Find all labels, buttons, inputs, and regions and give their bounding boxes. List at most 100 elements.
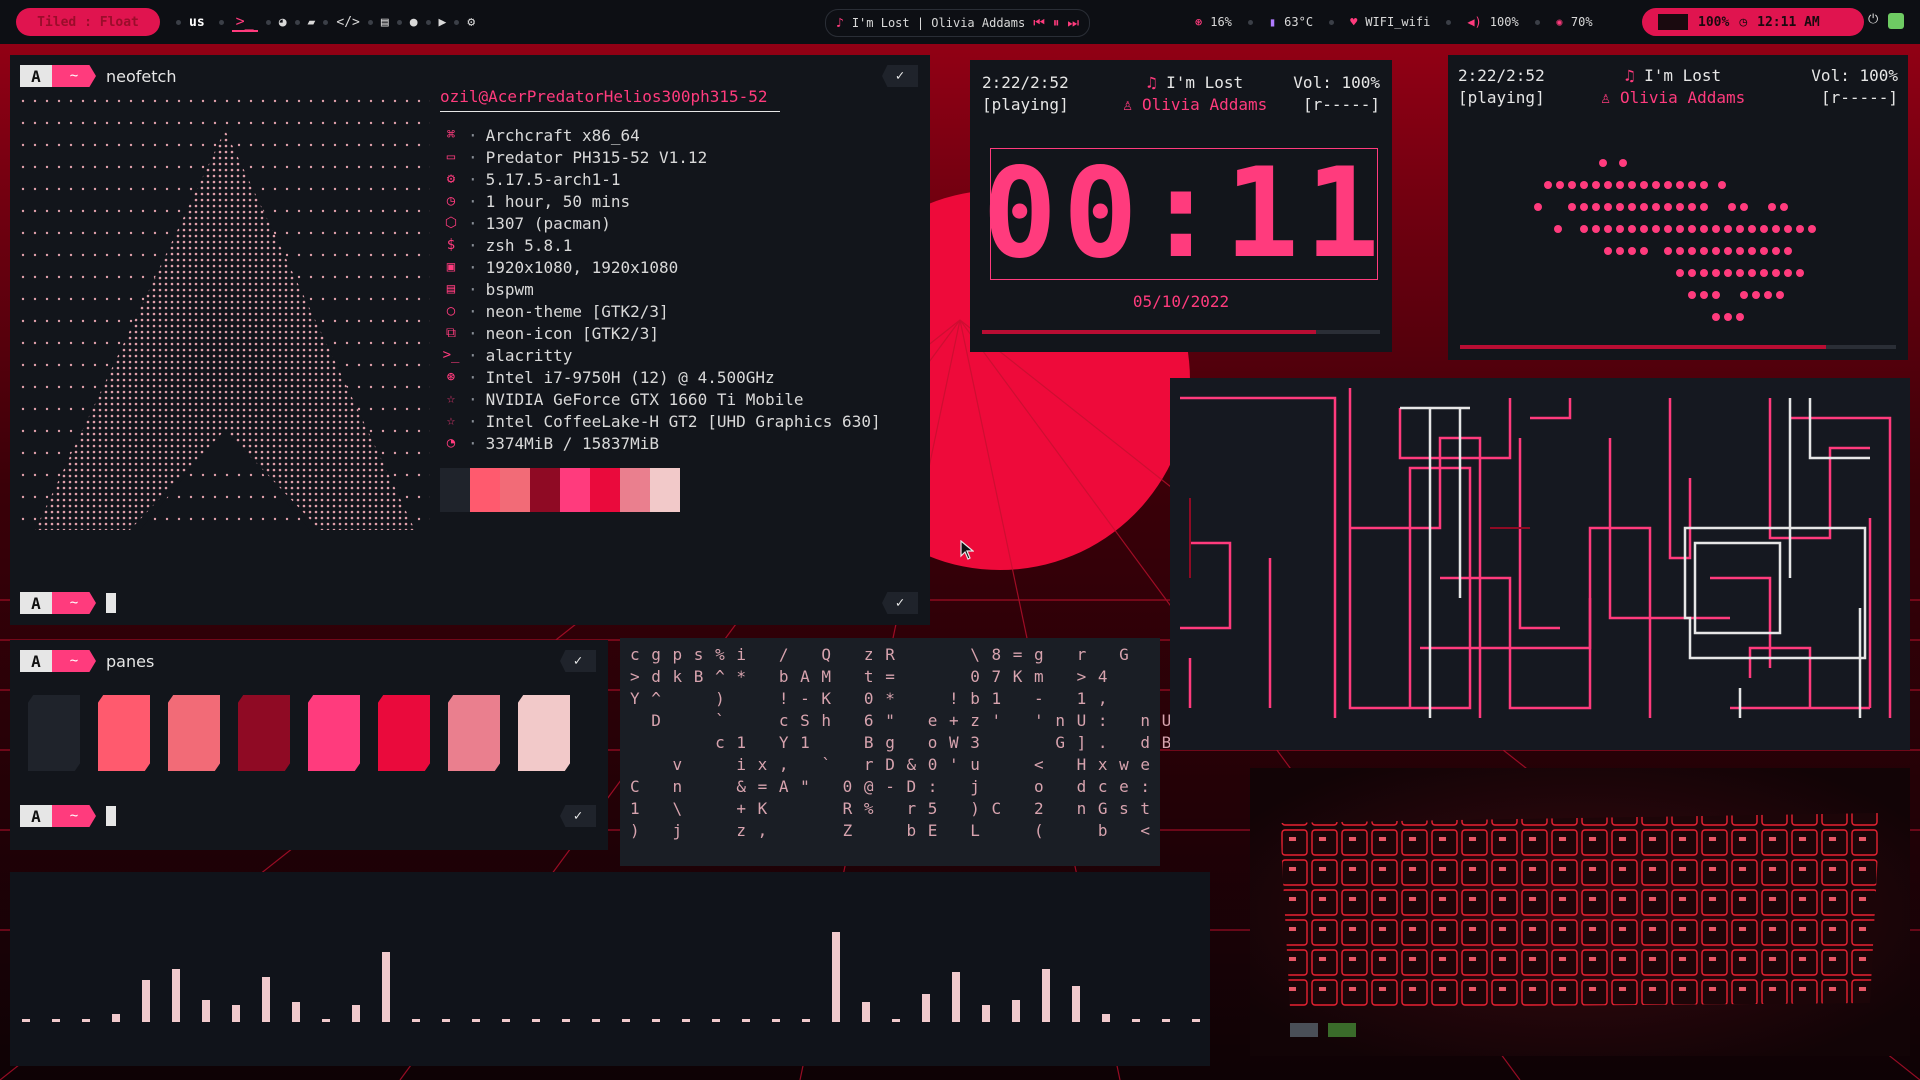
playback-position: 2:22/2:52	[1458, 66, 1545, 85]
next-icon[interactable]: ⏭	[1067, 16, 1079, 31]
pane-color-block	[238, 695, 290, 771]
spectrum-bar	[22, 1019, 30, 1022]
music-clock-widget: 2:22/2:52 [playing] ♫ I'm Lost ♙ Olivia …	[970, 60, 1392, 352]
success-check-icon: ✓	[560, 805, 596, 827]
info-icon: ○	[446, 303, 456, 319]
home-dir-segment: ~	[52, 650, 96, 672]
spectrum-bar	[1162, 1019, 1170, 1022]
palette-swatch	[530, 468, 560, 512]
row-separator: ·	[468, 125, 478, 145]
spectrum-bars	[18, 872, 1202, 1066]
info-row: ⚙ · 5.17.5-arch1-1	[440, 168, 920, 190]
wifi-name[interactable]: WIFI_wifi	[1365, 15, 1430, 29]
matrix-line: > d k B ^ * b A M t = 0 7 K m > 4	[630, 667, 1109, 686]
info-list: ⌘ · Archcraft x86_64 ▭ · Predator PH315-52 V1…	[440, 124, 920, 454]
pane-color-block	[168, 695, 220, 771]
arch-logo-icon: A	[20, 592, 52, 614]
arch-logo-icon: A	[20, 805, 52, 827]
info-icon: ▭	[446, 149, 456, 165]
palette-swatch	[590, 468, 620, 512]
separator-dot	[294, 19, 300, 25]
matrix-rain: c g p s % i / Q z R \ 8 = g r G > d k B ^…	[630, 644, 1172, 842]
music-note-icon: ♫	[1624, 66, 1645, 85]
info-icon: ⬡	[444, 215, 458, 231]
temperature-icon: ▮	[1268, 15, 1277, 29]
separator-dot	[323, 19, 329, 25]
brightness-icon: ✺	[1555, 15, 1563, 29]
music-note-icon: ♫	[1146, 73, 1167, 92]
shell-prompt: A ~	[20, 592, 96, 614]
spectrum-bar	[562, 1019, 570, 1022]
clock-display: 00:11	[982, 148, 1380, 280]
spectrum-bar	[742, 1019, 750, 1022]
text-cursor[interactable]	[106, 593, 116, 613]
brightness-level[interactable]: 70%	[1571, 15, 1593, 29]
pane-color-block	[448, 695, 500, 771]
notes-icon[interactable]: ▤	[381, 15, 389, 30]
cmatrix-window[interactable]: c g p s % i / Q z R \ 8 = g r G > d k B ^…	[620, 638, 1171, 866]
firefox-icon[interactable]: ◕	[279, 15, 287, 30]
separator-dot	[454, 19, 460, 25]
panes-window[interactable]: A ~ panes ✓ A ~ ✓	[10, 640, 608, 850]
spectrum-bar	[1102, 1014, 1110, 1022]
separator-dot	[1329, 19, 1335, 25]
info-icon: ☆	[446, 391, 456, 407]
spectrum-bar	[382, 952, 390, 1022]
spectrum-bar	[712, 1019, 720, 1022]
battery-clock-pill[interactable]: 100% ◷ 12:11 AM	[1642, 8, 1864, 36]
spectrum-bar	[1192, 1019, 1200, 1022]
info-icon: >_	[442, 347, 460, 363]
pane-color-block	[98, 695, 150, 771]
now-playing-widget[interactable]: ♪ I'm Lost | Olivia Addams ⏮ ⏸ ⏭	[825, 9, 1091, 37]
artist-name: Olivia Addams	[1620, 88, 1746, 107]
info-row: ○ · neon-theme [GTK2/3]	[440, 300, 920, 322]
text-cursor[interactable]	[106, 806, 116, 826]
top-bar: Tiled : Float us >_ ◕ ▰ </> ▤ ● ▶ ⚙ ♪ I'…	[0, 0, 1920, 44]
previous-icon[interactable]: ⏮	[1033, 16, 1045, 31]
info-icon: ⧉	[446, 325, 456, 341]
spectrum-bar	[352, 1005, 360, 1022]
spectrum-bar	[202, 1000, 210, 1022]
arch-ascii-logo	[20, 90, 430, 530]
separator-dot	[1534, 19, 1540, 25]
spectrum-bar	[472, 1019, 480, 1022]
power-icon[interactable]: ⏻	[1868, 12, 1878, 27]
audio-visualizer-window	[10, 872, 1210, 1066]
home-dir-segment: ~	[52, 65, 96, 87]
separator-dot	[425, 19, 431, 25]
row-separator: ·	[468, 279, 478, 299]
battery-icon	[1658, 14, 1688, 30]
settings-icon[interactable]: ⚙	[467, 15, 475, 30]
chat-icon[interactable]: ●	[410, 15, 418, 30]
info-row: >_ · alacritty	[440, 344, 920, 366]
spectrum-bar	[292, 1002, 300, 1022]
spectrum-bar	[112, 1014, 120, 1022]
spectrum-bar	[982, 1005, 990, 1022]
spectrum-bar	[322, 1019, 330, 1022]
pane-color-block	[518, 695, 570, 771]
keyboard-layout[interactable]: us	[189, 15, 205, 30]
pipes-window[interactable]	[1170, 378, 1910, 750]
pause-icon[interactable]: ⏸	[1053, 16, 1060, 31]
info-value: 3374MiB / 15837MiB	[485, 433, 660, 453]
code-icon[interactable]: </>	[336, 15, 359, 30]
tray-app-icon[interactable]	[1888, 13, 1904, 29]
spectrum-bar	[142, 980, 150, 1022]
volume-level[interactable]: 100%	[1490, 15, 1519, 29]
youtube-icon[interactable]: ▶	[439, 15, 447, 30]
info-row: ⊛ · Intel i7-9750H (12) @ 4.500GHz	[440, 366, 920, 388]
layout-mode-pill[interactable]: Tiled : Float	[16, 8, 160, 36]
row-separator: ·	[468, 433, 478, 453]
now-playing-text: I'm Lost | Olivia Addams	[851, 16, 1026, 30]
success-check-icon: ✓	[882, 65, 918, 87]
separator-dot	[218, 19, 224, 25]
matrix-line: c g p s % i / Q z R \ 8 = g r G	[630, 645, 1130, 664]
song-title: I'm Lost	[1644, 66, 1722, 85]
info-value: Archcraft x86_64	[485, 125, 640, 145]
repeat-mode: [r-----]	[1302, 95, 1380, 114]
folder-icon[interactable]: ▰	[308, 15, 316, 30]
info-value: alacritty	[485, 345, 573, 365]
terminal-icon[interactable]: >_	[231, 12, 258, 32]
layout-mode-label: Tiled : Float	[37, 14, 139, 30]
neofetch-window[interactable]: A ~ neofetch ✓ ozil@AcerPredatorHelios30…	[10, 55, 930, 625]
